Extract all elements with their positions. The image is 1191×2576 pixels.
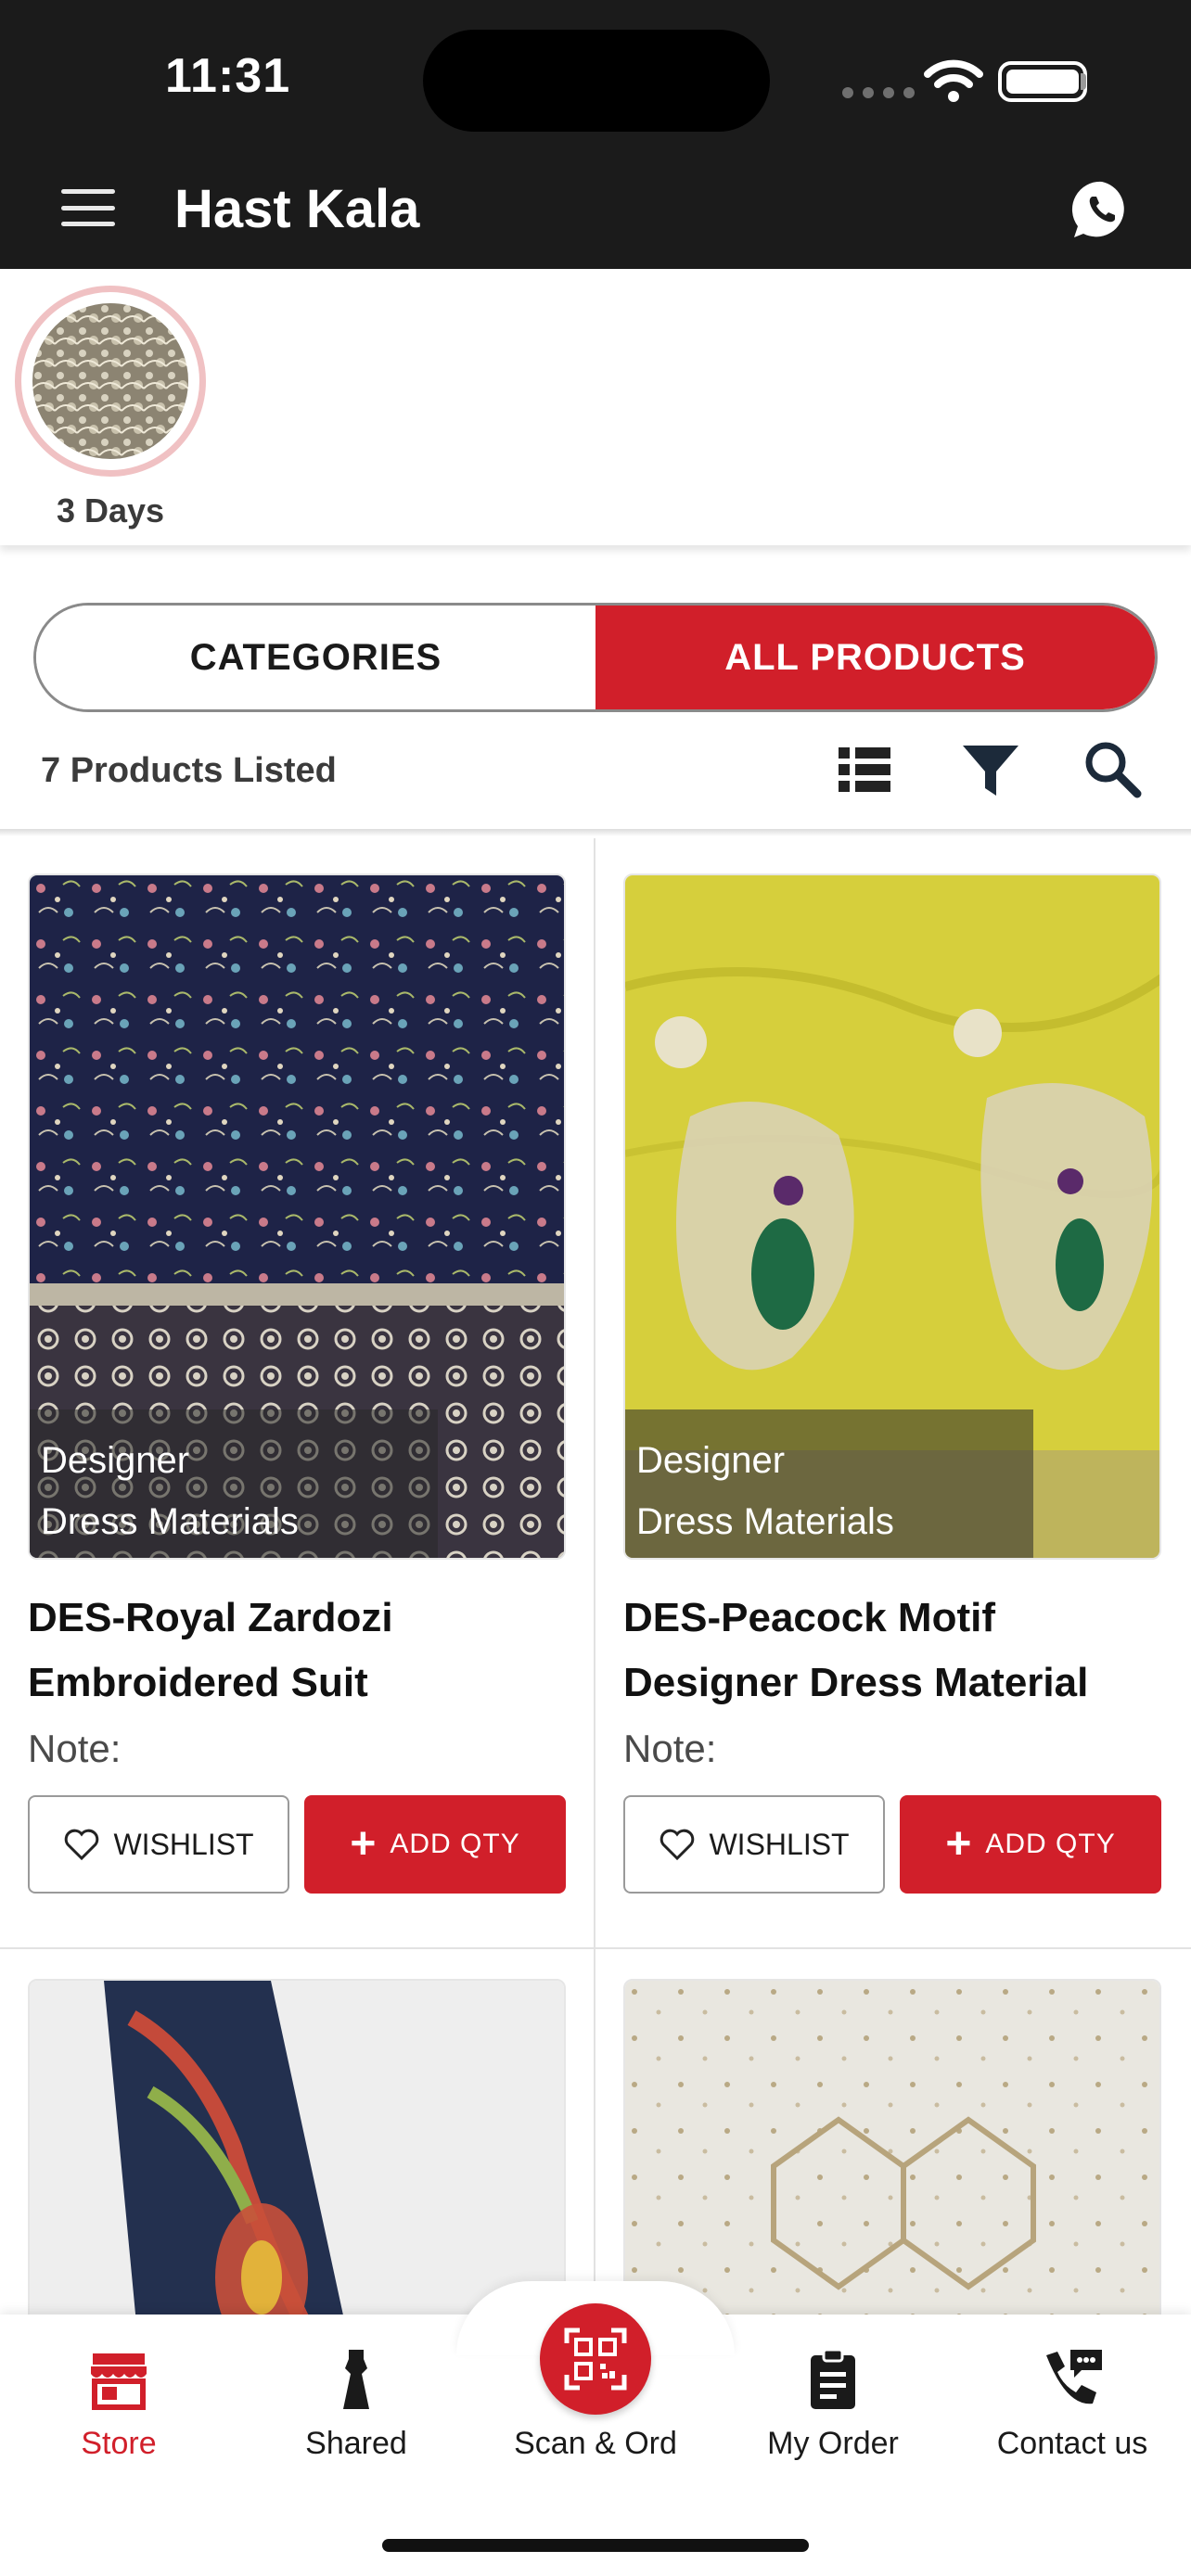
wishlist-label: WISHLIST xyxy=(113,1827,254,1861)
product-image[interactable]: Designer Dress Materials xyxy=(623,874,1161,1560)
product-title[interactable]: DES-Peacock Motif Designer Dress Materia… xyxy=(623,1586,1161,1715)
nav-store[interactable]: Store xyxy=(7,2346,230,2462)
nav-label: My Order xyxy=(767,2426,899,2461)
add-qty-label: ADD QTY xyxy=(390,1829,520,1859)
nav-label: Shared xyxy=(305,2426,407,2461)
story-avatar[interactable] xyxy=(15,286,206,477)
add-qty-button[interactable]: + ADD QTY xyxy=(304,1795,566,1894)
search-icon[interactable] xyxy=(1082,738,1145,801)
nav-contact-us[interactable]: Contact us xyxy=(961,2346,1184,2462)
nav-shared[interactable]: Shared xyxy=(245,2346,467,2462)
wishlist-label: WISHLIST xyxy=(709,1827,850,1861)
heart-icon xyxy=(660,1829,695,1861)
store-icon xyxy=(91,2353,147,2410)
nav-my-order[interactable]: My Order xyxy=(722,2346,944,2462)
battery-cap xyxy=(1081,73,1086,90)
grid-divider xyxy=(0,1947,1191,1949)
product-card[interactable]: Designer Dress Materials DES-Royal Zardo… xyxy=(28,874,566,1894)
dress-icon xyxy=(343,2350,369,2409)
dynamic-island xyxy=(423,30,770,132)
filter-icon[interactable] xyxy=(959,738,1022,801)
products-count: 7 Products Listed xyxy=(41,751,337,790)
home-indicator[interactable] xyxy=(382,2539,809,2552)
grid-divider xyxy=(594,838,596,2322)
whatsapp-icon[interactable] xyxy=(1070,178,1133,241)
category-line: Dress Materials xyxy=(636,1501,894,1542)
battery-icon xyxy=(998,61,1087,102)
product-card[interactable]: Designer Dress Materials DES-Peacock Mot… xyxy=(623,874,1161,1894)
hamburger-menu-icon[interactable] xyxy=(61,189,115,226)
product-note: Note: xyxy=(623,1727,717,1770)
clipboard-icon xyxy=(811,2348,855,2409)
plus-icon: + xyxy=(945,1819,973,1868)
product-title[interactable]: DES-Royal Zardozi Embroidered Suit xyxy=(28,1586,566,1715)
category-line: Designer xyxy=(41,1440,190,1481)
wifi-icon xyxy=(924,59,983,102)
phone-chat-icon xyxy=(1046,2350,1102,2404)
wishlist-button[interactable]: WISHLIST xyxy=(623,1795,886,1894)
category-overlay: Designer Dress Materials xyxy=(625,1409,1033,1558)
nav-label: Store xyxy=(81,2426,157,2461)
nav-label: Contact us xyxy=(996,2426,1148,2461)
cellular-signal-icon xyxy=(842,87,915,98)
app-title: Hast Kala xyxy=(174,179,420,239)
list-view-icon[interactable] xyxy=(833,738,896,801)
product-note: Note: xyxy=(28,1727,122,1770)
add-qty-label: ADD QTY xyxy=(985,1829,1116,1859)
category-line: Designer xyxy=(636,1440,786,1481)
view-toggle: CATEGORIES ALL PRODUCTS xyxy=(33,603,1158,712)
status-time: 11:31 xyxy=(165,49,291,103)
stories-bar: 3 Days xyxy=(0,269,1191,545)
toolbar-shadow xyxy=(0,829,1191,836)
product-image[interactable]: Designer Dress Materials xyxy=(28,874,566,1560)
story-thumbnail xyxy=(32,303,188,459)
add-qty-button[interactable]: + ADD QTY xyxy=(900,1795,1161,1894)
heart-icon xyxy=(65,1829,99,1861)
wishlist-button[interactable]: WISHLIST xyxy=(28,1795,290,1894)
tab-categories[interactable]: CATEGORIES xyxy=(36,606,596,709)
plus-icon: + xyxy=(350,1819,378,1868)
category-overlay: Designer Dress Materials xyxy=(30,1409,438,1558)
nav-scan-order[interactable]: Scan & Ord xyxy=(484,2346,707,2462)
story-label: 3 Days xyxy=(56,491,165,529)
category-line: Dress Materials xyxy=(41,1501,299,1542)
nav-label: Scan & Ord xyxy=(514,2426,677,2461)
tab-all-products[interactable]: ALL PRODUCTS xyxy=(596,606,1155,709)
